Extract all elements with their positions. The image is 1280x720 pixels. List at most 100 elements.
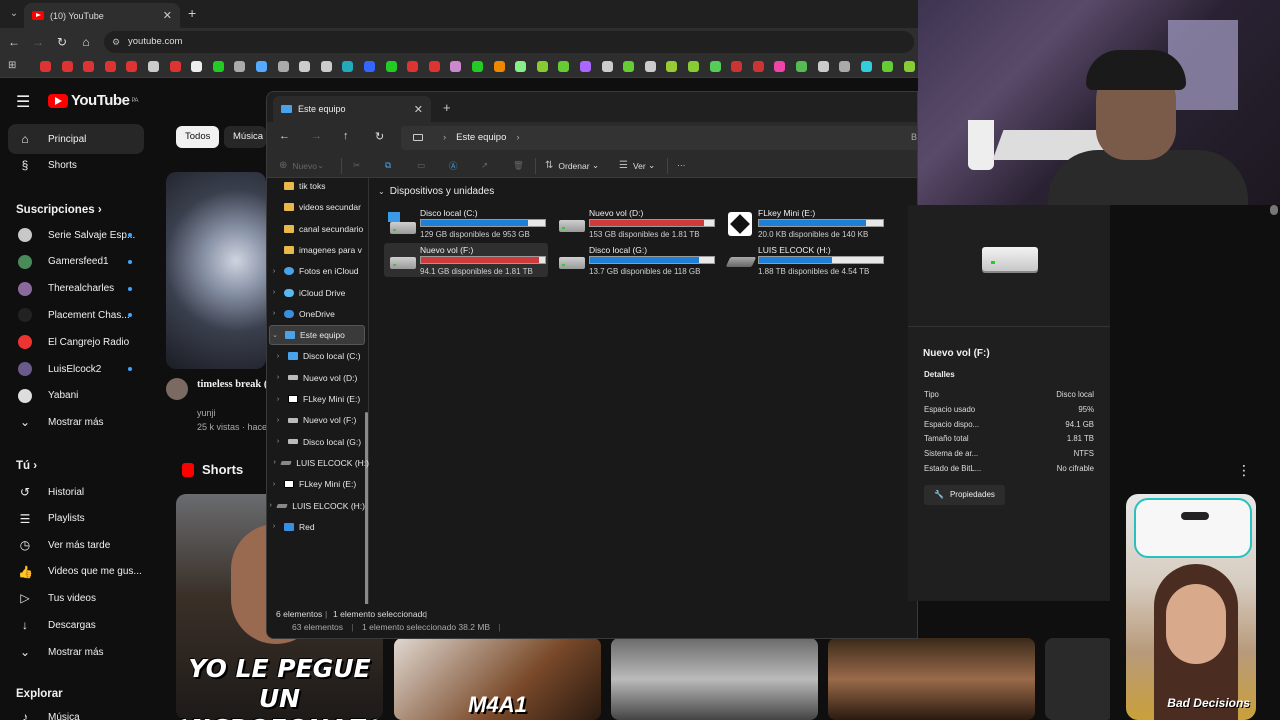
- bookmark-icon[interactable]: [493, 61, 505, 72]
- chevron-right-icon[interactable]: ›: [273, 438, 283, 445]
- properties-button[interactable]: 🔧 Propiedades: [924, 485, 1005, 505]
- bookmark-icon[interactable]: [407, 61, 419, 72]
- sort-button[interactable]: ⇅ Ordenar ⌄: [545, 160, 599, 171]
- rename-icon[interactable]: Ⓐ: [449, 160, 458, 172]
- video-thumbnail[interactable]: [166, 172, 266, 369]
- search-field[interactable]: Bu: [911, 132, 917, 142]
- nav-item[interactable]: › OneDrive: [269, 304, 365, 324]
- bookmark-icon[interactable]: [644, 61, 656, 72]
- chevron-right-icon[interactable]: ›: [269, 310, 279, 317]
- cut-icon[interactable]: ✂: [353, 160, 360, 171]
- nav-item[interactable]: › Nuevo vol (F:): [273, 410, 369, 430]
- paste-icon[interactable]: ▭: [417, 160, 425, 171]
- bookmark-icon[interactable]: [752, 61, 764, 72]
- sidebar-item-you[interactable]: ◷ Ver más tarde: [8, 530, 144, 560]
- bookmark-icon[interactable]: [428, 61, 440, 72]
- bookmark-icon[interactable]: [882, 61, 894, 72]
- page-scrollbar[interactable]: [1270, 205, 1278, 215]
- bookmark-icon[interactable]: [839, 61, 851, 72]
- bookmark-icon[interactable]: [623, 61, 635, 72]
- you-header[interactable]: Tú ›: [16, 460, 37, 472]
- forward-icon[interactable]: →: [311, 130, 322, 142]
- short-card[interactable]: [611, 638, 818, 720]
- new-tab-icon[interactable]: +: [443, 100, 451, 115]
- bookmark-icon[interactable]: [126, 61, 138, 72]
- bookmark-icon[interactable]: [601, 61, 613, 72]
- drive-tile[interactable]: Nuevo vol (F:) 94.1 GB disponibles de 1.8…: [384, 243, 548, 277]
- new-tab-icon[interactable]: +: [188, 5, 196, 21]
- sidebar-item-you[interactable]: 👍 Videos que me gus...: [8, 557, 144, 587]
- bookmark-icon[interactable]: [904, 61, 915, 72]
- refresh-icon[interactable]: ↻: [375, 130, 384, 143]
- chevron-right-icon[interactable]: ›: [273, 374, 283, 381]
- bookmark-icon[interactable]: [342, 61, 354, 72]
- show-more-you-button[interactable]: ⌄ Mostrar más: [8, 637, 144, 667]
- nav-item[interactable]: › iCloud Drive: [269, 283, 365, 303]
- bookmark-icon[interactable]: [558, 61, 570, 72]
- close-tab-icon[interactable]: ✕: [414, 103, 423, 116]
- bookmark-icon[interactable]: [709, 61, 721, 72]
- nav-item[interactable]: › Red: [269, 517, 365, 537]
- drive-tile[interactable]: Disco local (G:) 13.7 GB disponibles de 1…: [553, 243, 717, 277]
- breadcrumb[interactable]: › Este equipo ›: [401, 126, 917, 150]
- show-more-subs-button[interactable]: ⌄ Mostrar más: [8, 407, 144, 437]
- bookmark-icon[interactable]: [104, 61, 116, 72]
- bookmark-icon[interactable]: [774, 61, 786, 72]
- new-button[interactable]: ⊕ Nuevo ⌄: [279, 160, 324, 171]
- sidebar-item-subscription[interactable]: Therealcharles: [8, 274, 144, 304]
- chevron-down-icon[interactable]: ⌄: [270, 331, 280, 339]
- bookmark-icon[interactable]: [169, 61, 181, 72]
- nav-item[interactable]: › LUIS ELCOCK (H:): [269, 496, 365, 516]
- nav-item[interactable]: imagenes para v: [269, 240, 365, 260]
- bookmark-icon[interactable]: [385, 61, 397, 72]
- delete-icon[interactable]: 🗑: [513, 160, 524, 171]
- bookmark-icon[interactable]: [191, 61, 203, 72]
- home-icon[interactable]: ⌂: [74, 35, 98, 49]
- bookmark-icon[interactable]: [860, 61, 872, 72]
- bookmark-icon[interactable]: [796, 61, 807, 72]
- bookmark-icon[interactable]: [61, 61, 73, 72]
- nav-item[interactable]: › FLkey Mini (E:): [269, 474, 365, 494]
- nav-item[interactable]: › Disco local (C:): [273, 346, 369, 366]
- chevron-right-icon[interactable]: ›: [269, 502, 272, 509]
- bookmark-icon[interactable]: [731, 61, 743, 72]
- sidebar-item-subscription[interactable]: Placement Chas...: [8, 300, 144, 330]
- chevron-right-icon[interactable]: ›: [273, 459, 276, 466]
- short-card[interactable]: M4A1: [394, 638, 601, 720]
- more-options-button[interactable]: ···: [677, 160, 686, 170]
- subscriptions-header[interactable]: Suscripciones ›: [16, 204, 102, 216]
- nav-item[interactable]: › Nuevo vol (D:): [273, 368, 369, 388]
- chevron-right-icon[interactable]: ›: [273, 396, 283, 403]
- copy-icon[interactable]: ⧉: [385, 160, 391, 171]
- bookmark-icon[interactable]: [234, 61, 246, 72]
- bookmark-icon[interactable]: [212, 61, 224, 72]
- browser-tab-youtube[interactable]: (10) YouTube ✕: [24, 3, 180, 28]
- youtube-logo[interactable]: YouTube PA: [48, 92, 138, 109]
- url-field[interactable]: youtube.com: [104, 31, 914, 53]
- bookmark-icon[interactable]: [688, 61, 699, 72]
- chevron-right-icon[interactable]: ›: [273, 353, 283, 360]
- more-options-icon[interactable]: ⋮: [1237, 462, 1251, 479]
- hamburger-menu-icon[interactable]: ☰: [16, 92, 30, 112]
- nav-item[interactable]: › FLkey Mini (E:): [273, 389, 369, 409]
- short-card[interactable]: [1045, 638, 1114, 720]
- forward-icon[interactable]: →: [26, 35, 50, 49]
- nav-item[interactable]: canal secundario: [269, 219, 365, 239]
- sidebar-item-you[interactable]: ↺ Historial: [8, 477, 144, 507]
- tab-list-chevron-icon[interactable]: ⌄: [6, 6, 22, 22]
- explorer-tab[interactable]: Este equipo ✕: [273, 96, 431, 122]
- chevron-right-icon[interactable]: ›: [269, 268, 279, 275]
- close-tab-icon[interactable]: ✕: [163, 9, 172, 22]
- bookmark-icon[interactable]: [450, 61, 462, 72]
- video-card[interactable]: timeless break (jungle/dub/br yunji 25 k…: [166, 376, 267, 436]
- short-card[interactable]: Bad Decisions: [1126, 494, 1256, 720]
- bookmark-icon[interactable]: [320, 61, 332, 72]
- sidebar-item-subscription[interactable]: El Cangrejo Radio: [8, 327, 144, 357]
- bookmark-icon[interactable]: [817, 61, 829, 72]
- reload-icon[interactable]: ↻: [50, 35, 74, 49]
- bookmark-icon[interactable]: [148, 61, 159, 72]
- bookmark-icon[interactable]: [256, 61, 267, 72]
- nav-item[interactable]: › Fotos en iCloud: [269, 261, 365, 281]
- bookmark-icon[interactable]: [515, 61, 527, 72]
- apps-grid-icon[interactable]: ⊞: [8, 60, 16, 71]
